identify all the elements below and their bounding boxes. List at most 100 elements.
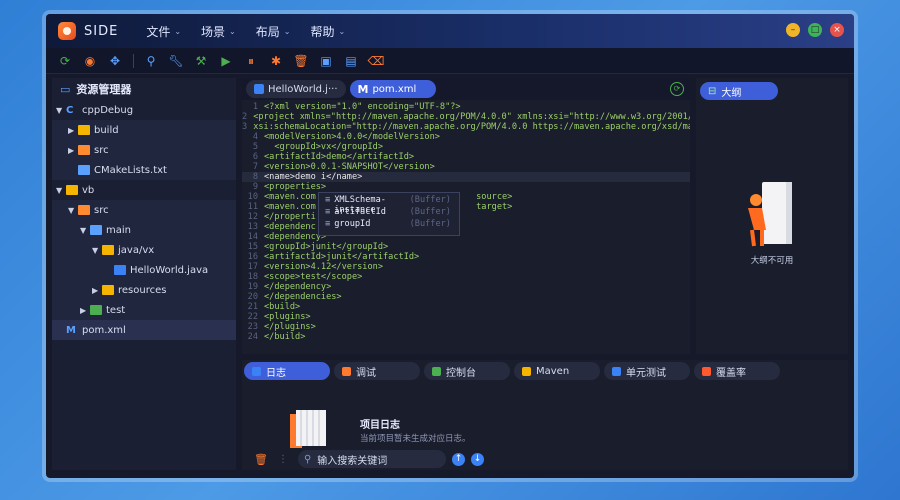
refresh-icon[interactable]: ⟳ — [670, 82, 684, 96]
code-line[interactable]: 3 xsi:schemaLocation="http://maven.apache… — [242, 122, 690, 132]
chevron-down-icon[interactable]: ▼ — [56, 186, 66, 195]
tab-bottom-4[interactable]: 单元测试 — [604, 362, 690, 380]
code-line[interactable]: 2 <project xmlns="http://maven.apache.org… — [242, 112, 690, 122]
outline-icon: ⊟ — [708, 85, 717, 97]
plugin-icon[interactable]: ✥ — [106, 52, 124, 70]
line-number: 3 — [242, 122, 248, 132]
tree-item-label: test — [106, 304, 126, 316]
tree-item[interactable]: ▼ CcppDebug — [52, 100, 236, 120]
chevron-down-icon[interactable]: ▼ — [68, 206, 78, 215]
code-line[interactable]: 14 <dependency> — [242, 232, 690, 242]
tree-item[interactable]: ▼ vb — [52, 180, 236, 200]
line-number: 6 — [252, 152, 258, 162]
save-all-icon[interactable]: ▤ — [342, 52, 360, 70]
search-icon[interactable]: ⚲ — [142, 52, 160, 70]
tab-bottom-1[interactable]: 调试 — [334, 362, 420, 380]
code-line[interactable]: 11 <maven.com target> — [242, 202, 690, 212]
code-line[interactable]: 22 <plugins> — [242, 312, 690, 322]
code-text: <modelVersion>4.0.0</modelVersion> — [264, 132, 440, 142]
arrow-up-icon[interactable]: ↑ — [451, 452, 465, 466]
tree-item[interactable]: Mpom.xml — [52, 320, 236, 340]
chevron-right-icon[interactable]: ▶ — [68, 146, 78, 155]
folder-icon — [102, 245, 114, 255]
tab-label: 日志 — [266, 367, 286, 379]
hammer-icon[interactable]: ⚒ — [192, 52, 210, 70]
code-line[interactable]: 19 </dependency> — [242, 282, 690, 292]
code-line[interactable]: 13 <dependenc — [242, 222, 690, 232]
tab-outline[interactable]: ⊟ 大纲 — [700, 82, 778, 100]
code-text: <artifactId>demo</artifactId> — [264, 152, 415, 162]
tree-item[interactable]: HelloWorld.java — [52, 260, 236, 280]
chevron-right-icon[interactable]: ▶ — [68, 126, 78, 135]
tree-item[interactable]: CMakeLists.txt — [52, 160, 236, 180]
pause-icon[interactable]: ⏸ — [242, 52, 260, 70]
menu-file[interactable]: 文件 ⌄ — [146, 23, 181, 40]
code-area[interactable]: 1 <?xml version="1.0" encoding="UTF-8"?> 2… — [242, 102, 690, 354]
tab-pom-xml[interactable]: Mpom.xml — [349, 80, 436, 98]
code-line[interactable]: 17 <version>4.12</version> — [242, 262, 690, 272]
code-line[interactable]: 8 <name>demo i</name> — [242, 172, 690, 182]
tree-item[interactable]: ▶ src — [52, 140, 236, 160]
code-text: <dependenc — [264, 222, 316, 232]
code-line[interactable]: 10 <maven.com source> — [242, 192, 690, 202]
tree-item[interactable]: ▶ test — [52, 300, 236, 320]
code-line[interactable]: 24 </build> — [242, 332, 690, 342]
chevron-down-icon[interactable]: ▼ — [92, 246, 102, 255]
menu-help[interactable]: 帮助 ⌄ — [310, 23, 345, 40]
log-search-input[interactable]: ⚲ 输入搜索关键词 — [297, 450, 446, 468]
tree-item[interactable]: ▼ java/vx — [52, 240, 236, 260]
wrench-icon[interactable]: 🔧︎ — [167, 52, 185, 70]
tree-item[interactable]: ▼ src — [52, 200, 236, 220]
code-text: <version>0.0.1-SNAPSHOT</version> — [264, 162, 435, 172]
code-line[interactable]: 16 <artifactId>junit</artifactId> — [242, 252, 690, 262]
maximize-icon[interactable]: □ — [808, 23, 822, 37]
chevron-down-icon[interactable]: ▼ — [56, 106, 66, 115]
autocomplete-item[interactable]: ≡ artifactId (Buffer) — [319, 207, 459, 217]
line-number: 20 — [247, 292, 258, 302]
record-icon[interactable]: ◉ — [81, 52, 99, 70]
code-line[interactable]: 7 <version>0.0.1-SNAPSHOT</version> — [242, 162, 690, 172]
save-icon[interactable]: ▣ — [317, 52, 335, 70]
code-line[interactable]: 6 <artifactId>demo</artifactId> — [242, 152, 690, 162]
code-line[interactable]: 21 <build> — [242, 302, 690, 312]
menu-scene[interactable]: 场景 ⌄ — [201, 23, 236, 40]
tree-item[interactable]: ▶ resources — [52, 280, 236, 300]
autocomplete-item[interactable]: ≡ groupId (Buffer) — [319, 219, 459, 229]
tab-bottom-5[interactable]: 覆盖率 — [694, 362, 780, 380]
maven-file-icon: M — [66, 325, 76, 336]
tab-bottom-0[interactable]: 日志 — [244, 362, 330, 380]
tab-icon — [612, 366, 621, 376]
code-line[interactable]: 23 </plugins> — [242, 322, 690, 332]
debug-icon[interactable]: ✱ — [267, 52, 285, 70]
code-line[interactable]: 4 <modelVersion>4.0.0</modelVersion> — [242, 132, 690, 142]
editor-panel: HelloWorld.j··· Mpom.xml ⟳ 1 <?xml versio… — [242, 78, 690, 354]
line-number: 24 — [247, 332, 258, 342]
tab-bottom-2[interactable]: 控制台 — [424, 362, 510, 380]
close-icon[interactable]: × — [830, 23, 844, 37]
code-line[interactable]: 20 </dependencies> — [242, 292, 690, 302]
tree-item[interactable]: ▶ build — [52, 120, 236, 140]
sync-icon[interactable]: ⟳ — [56, 52, 74, 70]
folder-icon — [102, 285, 114, 295]
chevron-right-icon[interactable]: ▶ — [92, 286, 102, 295]
delete-icon[interactable]: 🗑︎ — [254, 453, 268, 466]
code-line[interactable]: 18 <scope>test</scope> — [242, 272, 690, 282]
chevron-right-icon[interactable]: ▶ — [80, 306, 90, 315]
menu-layout[interactable]: 布局 ⌄ — [256, 23, 291, 40]
tab-bottom-3[interactable]: Maven — [514, 362, 600, 380]
clear-icon[interactable]: ⌫ — [367, 52, 385, 70]
code-line[interactable]: 1 <?xml version="1.0" encoding="UTF-8"?> — [242, 102, 690, 112]
delete-icon[interactable]: 🗑︎ — [292, 52, 310, 70]
tab-helloworld[interactable]: HelloWorld.j··· — [246, 80, 346, 98]
code-line[interactable]: 15 <groupId>junit</groupId> — [242, 242, 690, 252]
code-line[interactable]: 12 </properti — [242, 212, 690, 222]
chevron-down-icon[interactable]: ▼ — [80, 226, 90, 235]
maven-file-icon: M — [357, 82, 369, 96]
code-line[interactable]: 5 <groupId>vx</groupId> — [242, 142, 690, 152]
minimize-icon[interactable]: – — [786, 23, 800, 37]
arrow-down-icon[interactable]: ↓ — [470, 452, 484, 466]
autocomplete-item[interactable]: ≡ XMLSchema-instance (Buffer) — [319, 195, 459, 215]
run-icon[interactable]: ▶ — [217, 52, 235, 70]
code-line[interactable]: 9 <properties> — [242, 182, 690, 192]
tree-item[interactable]: ▼ main — [52, 220, 236, 240]
